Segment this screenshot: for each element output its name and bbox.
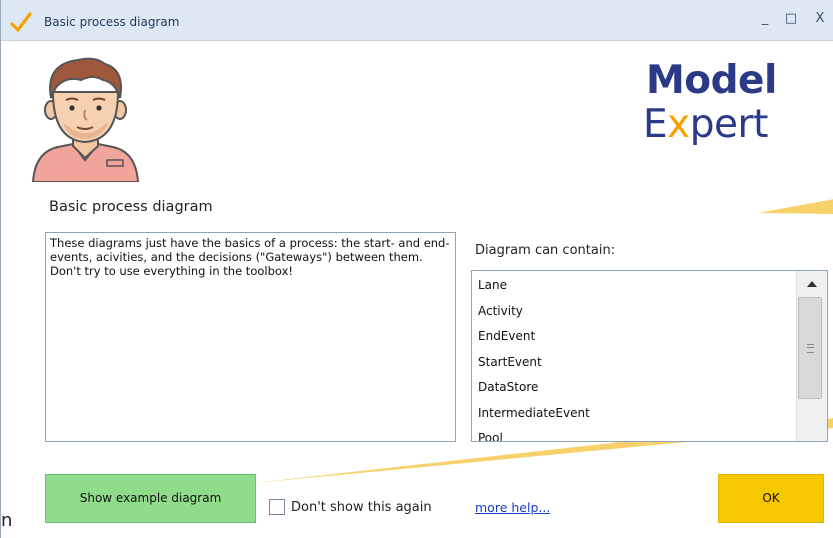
edge-text-fragment: n [1, 510, 13, 531]
show-example-button[interactable]: Show example diagram [45, 474, 256, 523]
list-item[interactable]: Activity [478, 299, 827, 325]
vertical-scrollbar[interactable] [796, 271, 827, 441]
logo-line-1: Model [646, 58, 777, 103]
man-avatar-illustration [31, 57, 140, 182]
dont-show-checkbox[interactable] [269, 499, 285, 515]
grip-icon [807, 344, 814, 353]
list-item[interactable]: StartEvent [478, 350, 827, 376]
dont-show-label[interactable]: Don't show this again [291, 500, 432, 515]
ok-button[interactable]: OK [718, 474, 824, 523]
more-help-link[interactable]: more help... [475, 500, 550, 515]
description-textbox[interactable]: These diagrams just have the basics of a… [45, 232, 456, 442]
element-listbox[interactable]: Lane Activity EndEvent StartEvent DataSt… [471, 270, 828, 442]
close-button[interactable]: X [809, 11, 831, 26]
checkmark-icon [10, 12, 32, 32]
logo-line-2: Expert [643, 102, 768, 147]
list-item[interactable]: Pool [478, 426, 827, 441]
scroll-up-arrow-icon[interactable] [807, 281, 817, 287]
model-expert-logo: Model Expert [631, 58, 801, 168]
list-item[interactable]: IntermediateEvent [478, 401, 827, 427]
minimize-button[interactable]: _ [754, 11, 776, 26]
maximize-button[interactable]: □ [780, 11, 802, 26]
contain-label: Diagram can contain: [475, 243, 616, 258]
scrollbar-thumb[interactable] [798, 297, 822, 399]
title-bar[interactable]: Basic process diagram _ □ X [1, 0, 833, 41]
dialog-window: Basic process diagram _ □ X Model Expert [0, 0, 833, 538]
list-item[interactable]: DataStore [478, 375, 827, 401]
list-item[interactable]: EndEvent [478, 324, 827, 350]
page-title: Basic process diagram [49, 199, 213, 215]
window-title: Basic process diagram [44, 15, 180, 29]
list-item[interactable]: Lane [478, 273, 827, 299]
